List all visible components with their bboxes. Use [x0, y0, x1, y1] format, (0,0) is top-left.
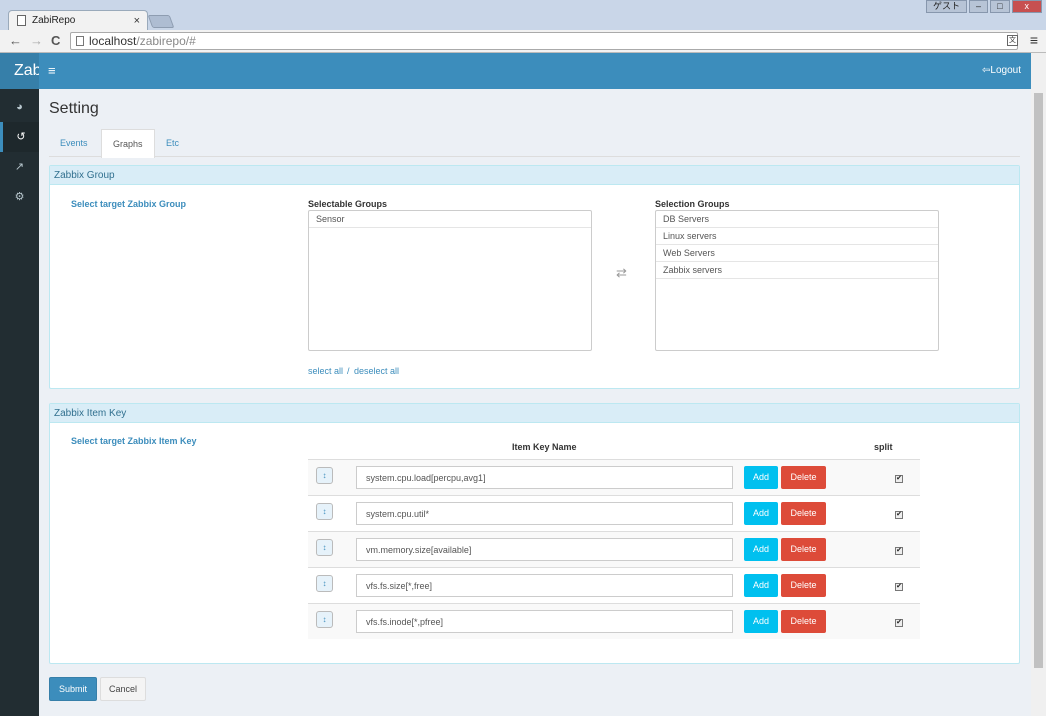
add-button[interactable]: Add — [744, 538, 778, 561]
translate-icon[interactable]: 文 — [1007, 35, 1018, 46]
drag-handle-icon[interactable]: ↕ — [316, 467, 333, 484]
add-button[interactable]: Add — [744, 502, 778, 525]
logout-label: Logout — [990, 65, 1021, 76]
window-controls: ゲスト – □ x — [926, 0, 1042, 13]
cancel-button[interactable]: Cancel — [100, 677, 146, 701]
selectable-groups-list[interactable]: Sensor — [308, 210, 592, 351]
dashboard-icon: ◕ — [16, 101, 23, 113]
logout-link[interactable]: ⇦Logout — [982, 65, 1021, 76]
selectable-groups-header: Selectable Groups — [308, 199, 388, 209]
delete-button[interactable]: Delete — [781, 502, 826, 525]
table-row: ↕ Add Delete ✔ — [308, 459, 920, 495]
list-item[interactable]: Zabbix servers — [656, 262, 938, 279]
main-header: Zab ≡ ⇦Logout — [0, 53, 1031, 89]
tab-graphs[interactable]: Graphs — [101, 129, 155, 158]
sidebar: ◕ ↺ ↗ ⚙ — [0, 89, 39, 716]
panel-heading: Zabbix Group — [50, 166, 1019, 185]
table-row: ↕ Add Delete ✔ — [308, 531, 920, 567]
scrollbar-thumb[interactable] — [1034, 93, 1043, 668]
delete-button[interactable]: Delete — [781, 610, 826, 633]
delete-button[interactable]: Delete — [781, 466, 826, 489]
drag-handle-icon[interactable]: ↕ — [316, 539, 333, 556]
table-row: ↕ Add Delete ✔ — [308, 495, 920, 531]
sidebar-item-graphs[interactable]: ↗ — [0, 152, 39, 182]
address-host: localhost — [89, 34, 137, 48]
submit-button[interactable]: Submit — [49, 677, 97, 701]
item-key-input[interactable] — [356, 574, 733, 597]
zabbix-item-key-panel: Zabbix Item Key Select target Zabbix Ite… — [49, 403, 1020, 664]
browser-toolbar: ← → C localhost/zabirepo/# 文 ≡ — [0, 30, 1046, 53]
tab-events[interactable]: Events — [49, 129, 99, 157]
delete-button[interactable]: Delete — [781, 574, 826, 597]
group-target-label: Select target Zabbix Group — [71, 199, 187, 209]
item-key-input[interactable] — [356, 466, 733, 489]
add-button[interactable]: Add — [744, 466, 778, 489]
new-tab-button[interactable] — [147, 15, 175, 28]
close-window-button[interactable]: x — [1011, 0, 1042, 13]
list-item[interactable]: DB Servers — [656, 211, 938, 228]
brand-logo[interactable]: Zab — [0, 53, 39, 89]
tab-close-icon[interactable]: × — [134, 15, 140, 27]
drag-handle-icon[interactable]: ↕ — [316, 503, 333, 520]
panel-heading: Zabbix Item Key — [50, 404, 1019, 423]
item-key-name-header: Item Key Name — [512, 442, 577, 452]
history-icon: ↺ — [16, 131, 26, 143]
content-area: Setting Events Graphs Etc Zabbix Group S… — [39, 89, 1031, 716]
app: Zab ≡ ⇦Logout ◕ ↺ ↗ ⚙ Setting Events Gra… — [0, 53, 1046, 716]
sidebar-item-history[interactable]: ↺ — [0, 122, 39, 152]
drag-handle-icon[interactable]: ↕ — [316, 611, 333, 628]
item-key-target-label: Select target Zabbix Item Key — [71, 436, 197, 446]
line-chart-icon: ↗ — [14, 161, 25, 173]
swap-icon[interactable]: ⇄ — [616, 265, 627, 281]
table-row: ↕ Add Delete ✔ — [308, 567, 920, 603]
address-bar[interactable]: localhost/zabirepo/# — [70, 32, 1018, 50]
selection-groups-header: Selection Groups — [655, 199, 730, 209]
selection-groups-list[interactable]: DB Servers Linux servers Web Servers Zab… — [655, 210, 939, 351]
split-checkbox[interactable]: ✔ — [895, 547, 903, 555]
address-path: /zabirepo/# — [136, 34, 196, 48]
split-checkbox[interactable]: ✔ — [895, 511, 903, 519]
reload-icon[interactable]: C — [51, 33, 60, 48]
page-icon — [76, 36, 84, 46]
split-checkbox[interactable]: ✔ — [895, 583, 903, 591]
add-button[interactable]: Add — [744, 610, 778, 633]
select-all-link[interactable]: select all — [308, 366, 343, 376]
browser-tab[interactable]: ZabiRepo × — [8, 10, 148, 30]
page-icon — [17, 15, 26, 26]
item-key-input[interactable] — [356, 538, 733, 561]
list-item[interactable]: Linux servers — [656, 228, 938, 245]
link-separator: / — [347, 366, 350, 376]
item-key-input[interactable] — [356, 610, 733, 633]
sidebar-item-dashboard[interactable]: ◕ — [0, 92, 39, 122]
settings-tabs: Events Graphs Etc — [49, 129, 1020, 158]
drag-handle-icon[interactable]: ↕ — [316, 575, 333, 592]
split-header: split — [874, 442, 893, 452]
menu-toggle-icon[interactable]: ≡ — [48, 63, 56, 78]
split-checkbox[interactable]: ✔ — [895, 619, 903, 627]
zabbix-group-panel: Zabbix Group Select target Zabbix Group … — [49, 165, 1020, 389]
cogs-icon: ⚙ — [14, 191, 25, 203]
browser-menu-icon[interactable]: ≡ — [1030, 32, 1038, 48]
list-item[interactable]: Sensor — [309, 211, 591, 228]
minimize-button[interactable]: – — [969, 0, 989, 13]
page-scrollbar[interactable] — [1031, 53, 1046, 716]
delete-button[interactable]: Delete — [781, 538, 826, 561]
sidebar-item-settings[interactable]: ⚙ — [0, 182, 39, 212]
deselect-all-link[interactable]: deselect all — [354, 366, 399, 376]
profile-button[interactable]: ゲスト — [926, 0, 968, 13]
item-key-input[interactable] — [356, 502, 733, 525]
tab-title: ZabiRepo — [32, 15, 76, 26]
table-row: ↕ Add Delete ✔ — [308, 603, 920, 639]
add-button[interactable]: Add — [744, 574, 778, 597]
page-title: Setting — [49, 100, 99, 117]
split-checkbox[interactable]: ✔ — [895, 475, 903, 483]
list-item[interactable]: Web Servers — [656, 245, 938, 262]
forward-icon[interactable]: → — [30, 33, 43, 48]
maximize-button[interactable]: □ — [990, 0, 1010, 13]
browser-chrome: ZabiRepo × ゲスト – □ x ← → C localhost/zab… — [0, 0, 1046, 53]
back-icon[interactable]: ← — [9, 33, 22, 48]
tab-etc[interactable]: Etc — [155, 129, 190, 157]
